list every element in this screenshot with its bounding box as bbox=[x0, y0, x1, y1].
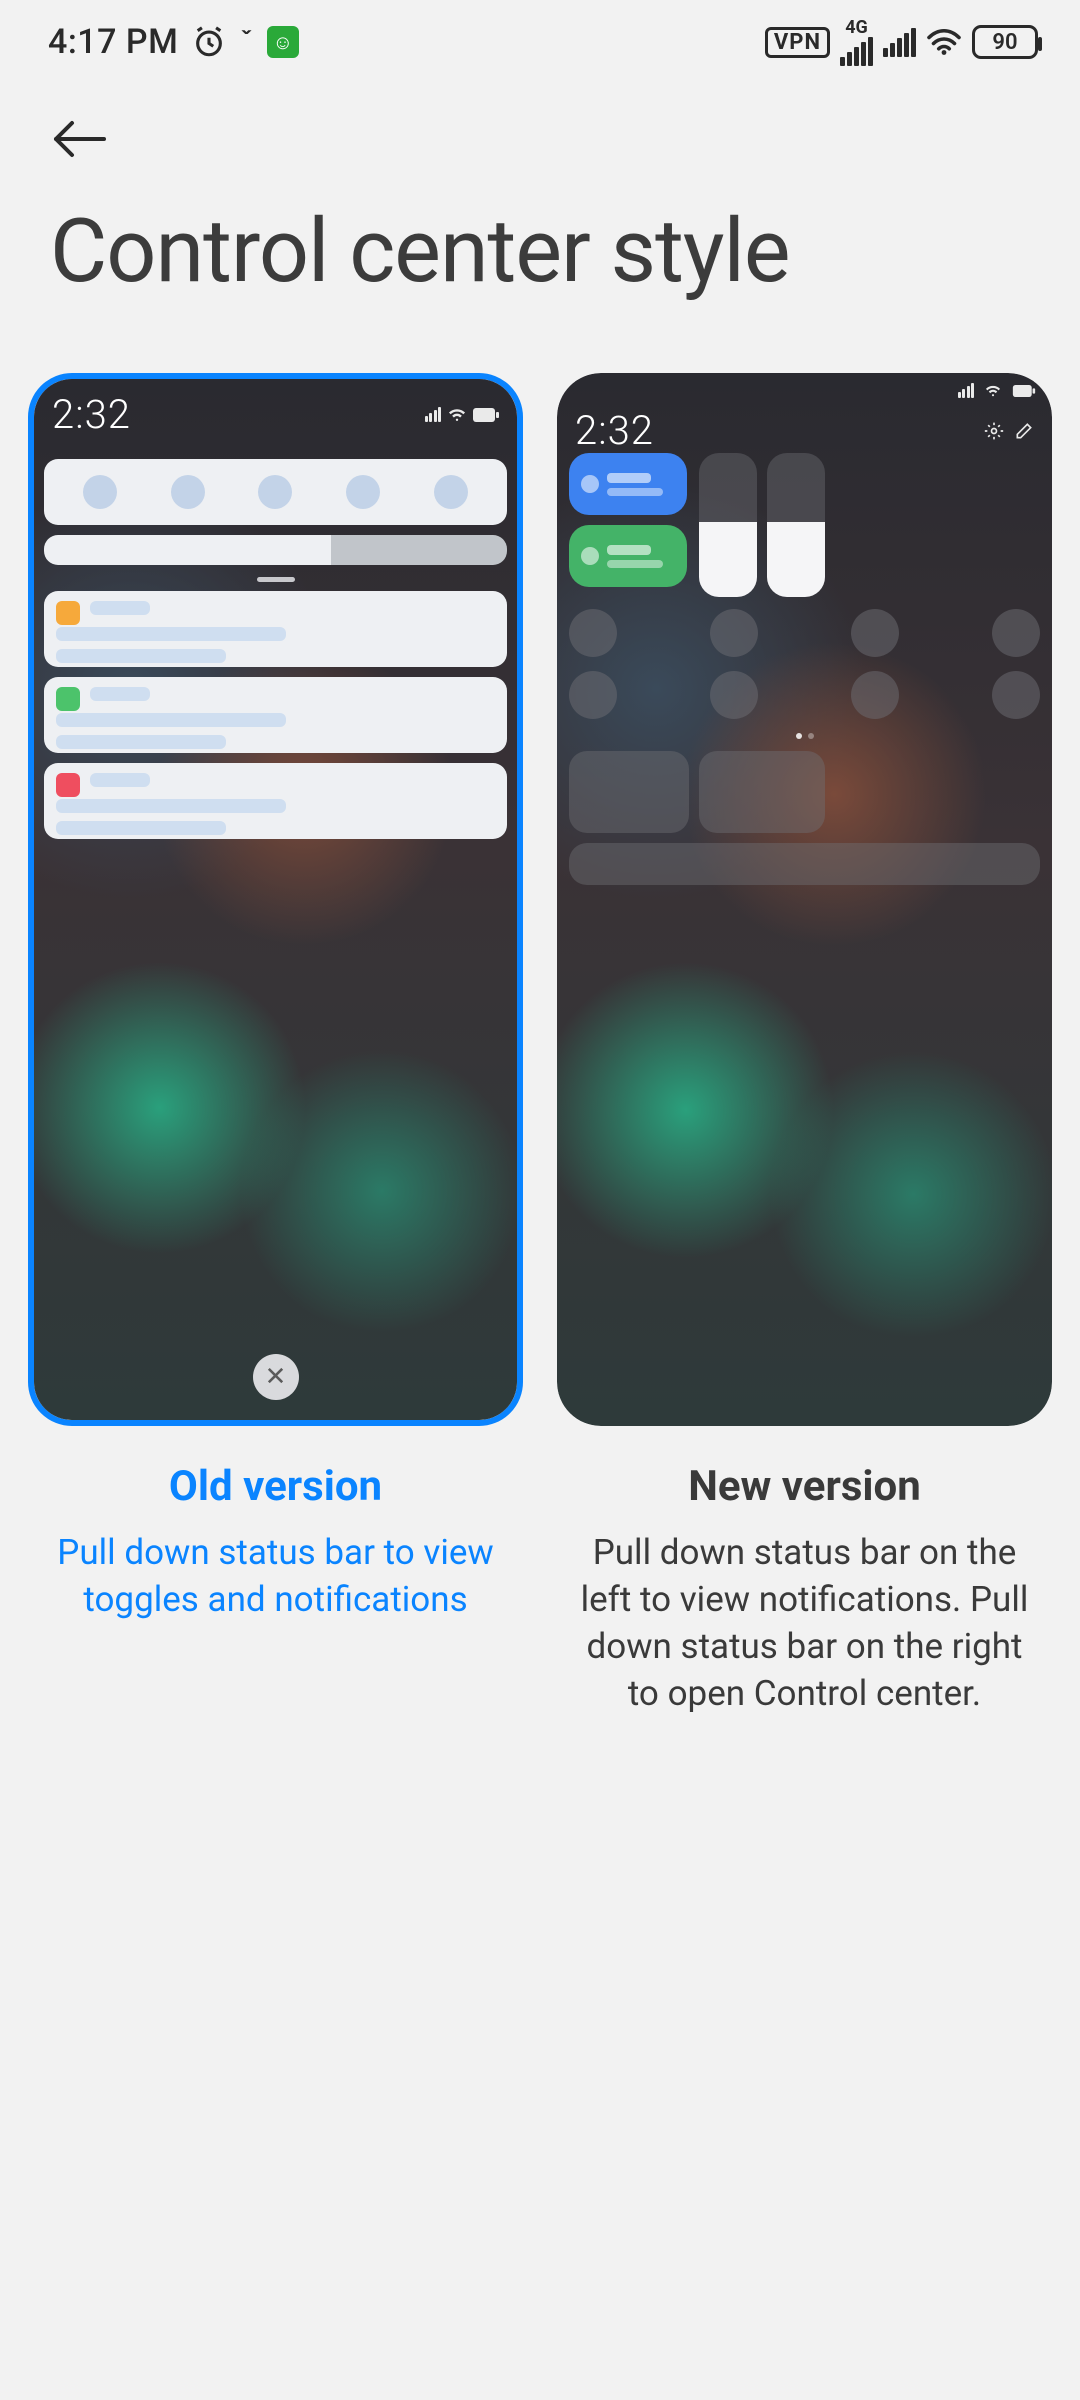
status-glyph: ˇ bbox=[240, 27, 253, 57]
vpn-icon: VPN bbox=[765, 27, 830, 58]
preview-signal-icon bbox=[425, 407, 442, 422]
edit-icon bbox=[1014, 421, 1034, 441]
preview-toggle-row bbox=[569, 609, 1040, 657]
status-time: 4:17 PM bbox=[48, 22, 178, 62]
preview-battery-icon bbox=[473, 408, 499, 422]
preview-notification bbox=[44, 677, 507, 753]
option-new-version[interactable]: 2:32 New version Pull down status bbox=[557, 373, 1052, 1718]
option-old-preview: 2:32 bbox=[28, 373, 523, 1426]
preview-notification bbox=[44, 591, 507, 667]
preview-card bbox=[569, 843, 1040, 885]
preview-wifi-icon bbox=[447, 407, 467, 423]
preview-time: 2:32 bbox=[575, 407, 654, 454]
preview-drag-handle bbox=[257, 577, 295, 582]
option-title: New version bbox=[688, 1462, 921, 1511]
preview-notification bbox=[44, 763, 507, 839]
status-right: VPN 4G 90 bbox=[765, 19, 1038, 66]
preview-time: 2:32 bbox=[52, 391, 131, 438]
preview-battery-icon bbox=[1012, 385, 1036, 397]
preview-card bbox=[569, 751, 689, 833]
battery-icon: 90 bbox=[972, 25, 1038, 59]
status-app-icon: ☺ bbox=[267, 26, 299, 58]
preview-page-dots bbox=[796, 733, 814, 739]
option-description: Pull down status bar to view toggles and… bbox=[28, 1529, 523, 1624]
settings-icon bbox=[984, 421, 1004, 441]
status-bar: 4:17 PM ˇ ☺ VPN 4G 90 bbox=[0, 0, 1080, 84]
preview-tile bbox=[569, 453, 687, 515]
page-title: Control center style bbox=[0, 174, 1080, 373]
option-title: Old version bbox=[169, 1462, 382, 1511]
preview-slider bbox=[767, 453, 825, 597]
back-button[interactable] bbox=[50, 114, 122, 164]
preview-signal-icon bbox=[958, 383, 975, 398]
signal-2-icon bbox=[883, 28, 916, 57]
preview-slider bbox=[699, 453, 757, 597]
status-left: 4:17 PM ˇ ☺ bbox=[48, 22, 299, 62]
preview-card bbox=[699, 751, 825, 833]
option-description: Pull down status bar on the left to view… bbox=[557, 1529, 1052, 1718]
preview-tile bbox=[569, 525, 687, 587]
preview-toggles-panel bbox=[44, 459, 507, 525]
option-new-preview: 2:32 bbox=[557, 373, 1052, 1426]
preview-wifi-icon bbox=[984, 384, 1002, 398]
preview-close-icon: ✕ bbox=[253, 1354, 299, 1400]
signal-1-icon: 4G bbox=[840, 19, 873, 66]
preview-toggle-row bbox=[569, 671, 1040, 719]
alarm-icon bbox=[192, 25, 226, 59]
option-old-version[interactable]: 2:32 bbox=[28, 373, 523, 1718]
wifi-icon bbox=[926, 27, 962, 57]
options-grid: 2:32 bbox=[0, 373, 1080, 1718]
preview-brightness-slider bbox=[44, 535, 507, 565]
